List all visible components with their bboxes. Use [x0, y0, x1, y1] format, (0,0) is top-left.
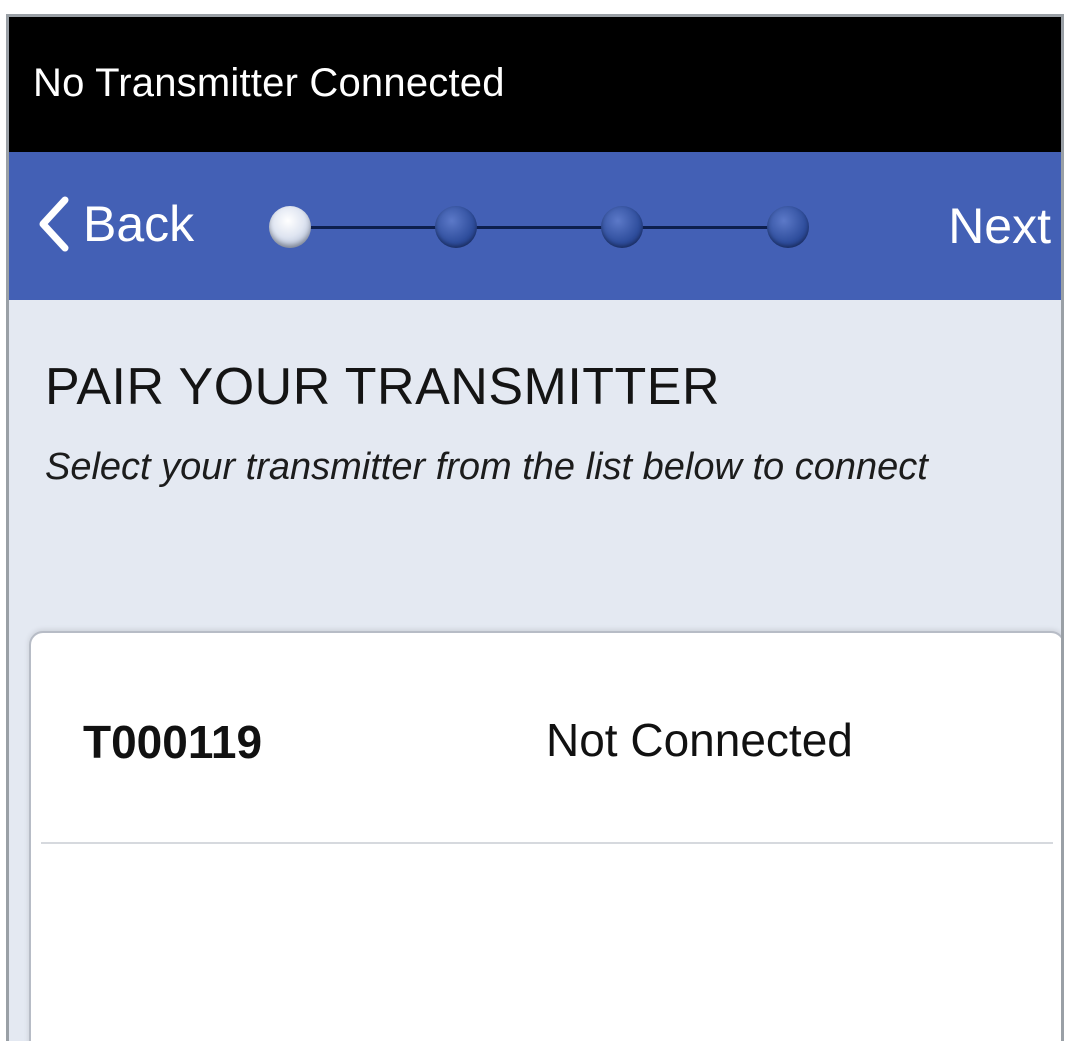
step-2-dot — [435, 206, 477, 248]
next-button[interactable]: Next — [948, 197, 1051, 255]
status-bar: No Transmitter Connected — [9, 17, 1061, 152]
transmitter-row[interactable]: T000119 Not Connected — [31, 633, 1061, 843]
transmitter-list: T000119 Not Connected — [29, 631, 1061, 1041]
page-title: PAIR YOUR TRANSMITTER — [45, 358, 721, 416]
step-4-dot — [767, 206, 809, 248]
back-label: Back — [83, 196, 195, 252]
step-1-dot-active — [269, 206, 311, 248]
chevron-left-icon — [39, 196, 69, 252]
back-button[interactable]: Back — [33, 194, 194, 254]
list-divider — [41, 842, 1053, 844]
transmitter-connection-status: Not Connected — [546, 714, 853, 766]
connection-status-text: No Transmitter Connected — [33, 61, 505, 105]
app-screen: No Transmitter Connected Back Next PAIR … — [6, 14, 1064, 1041]
progress-stepper — [269, 202, 829, 252]
step-3-dot — [601, 206, 643, 248]
navigation-bar: Back Next — [9, 152, 1061, 300]
page-subtitle: Select your transmitter from the list be… — [45, 446, 928, 488]
stepper-connector — [290, 226, 808, 229]
transmitter-id: T000119 — [83, 716, 263, 768]
